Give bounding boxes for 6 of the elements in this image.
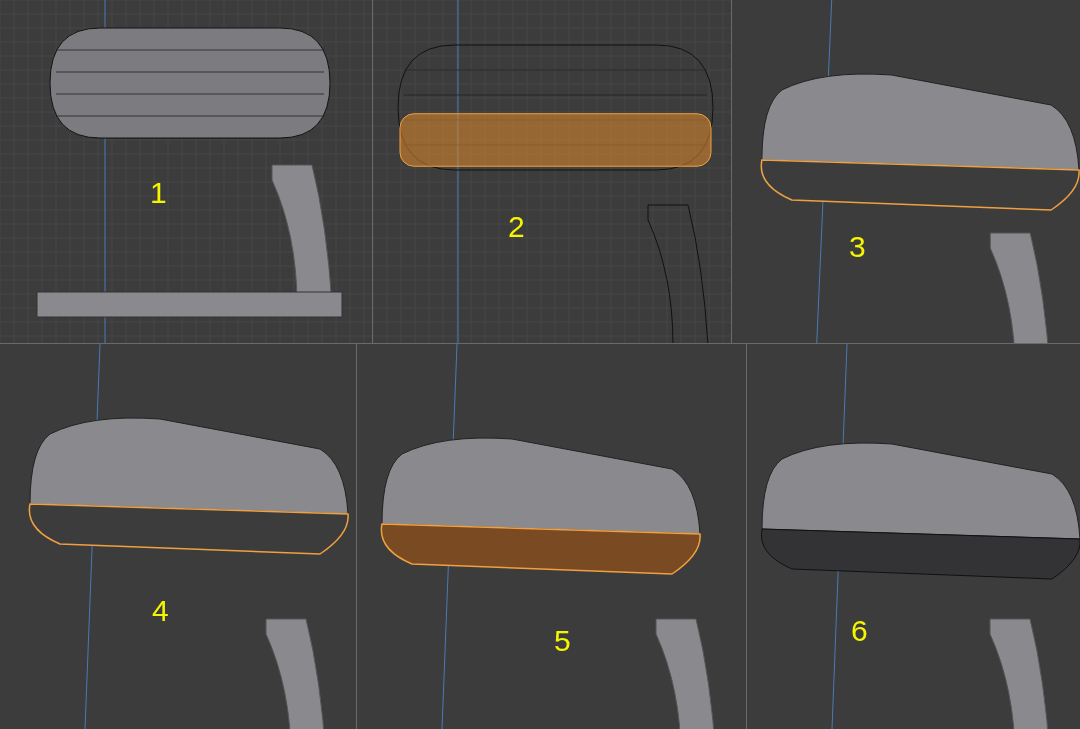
step-number: 2 bbox=[508, 212, 525, 242]
step-number: 5 bbox=[554, 626, 571, 656]
step-number: 1 bbox=[150, 178, 167, 208]
step-number: 6 bbox=[851, 616, 868, 646]
step-number: 4 bbox=[152, 596, 169, 626]
step-number: 3 bbox=[849, 232, 866, 262]
